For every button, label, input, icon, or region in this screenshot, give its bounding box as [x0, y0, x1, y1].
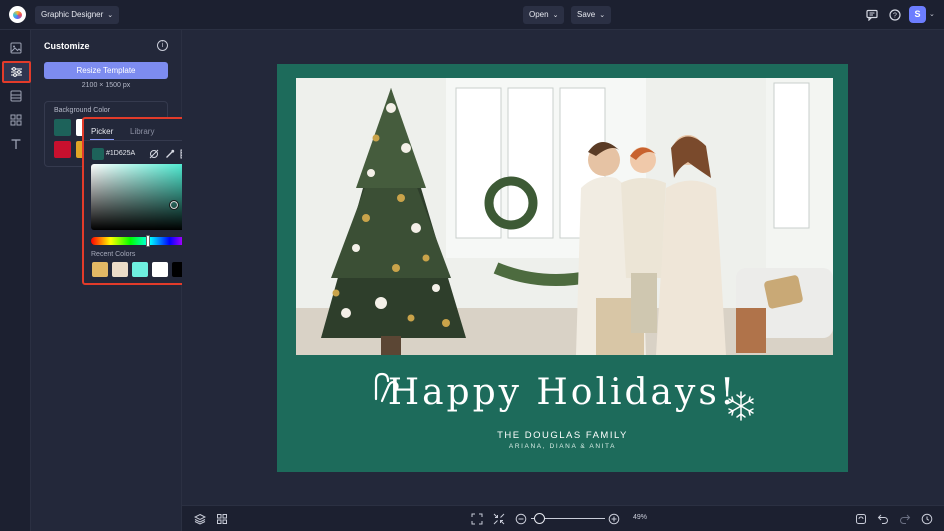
zoom-in-icon[interactable] — [607, 512, 620, 525]
recent-color-swatch[interactable] — [92, 262, 108, 277]
left-rail — [0, 30, 31, 531]
refresh-icon[interactable] — [854, 512, 867, 525]
current-color-swatch — [92, 148, 104, 160]
grid-icon[interactable] — [215, 512, 228, 525]
recent-color-swatch[interactable] — [112, 262, 128, 277]
help-icon[interactable]: ? — [887, 7, 903, 23]
text-icon[interactable] — [7, 135, 24, 152]
chevron-down-icon: ⌄ — [107, 12, 114, 19]
background-swatch[interactable] — [54, 141, 71, 158]
no-color-icon[interactable] — [148, 148, 160, 160]
hex-input[interactable]: #1D625A — [106, 148, 142, 160]
undo-icon[interactable] — [876, 512, 889, 525]
color-cursor[interactable] — [169, 200, 179, 210]
tab-picker[interactable]: Picker — [91, 127, 113, 136]
zoom-slider-thumb[interactable] — [534, 513, 545, 524]
snowflake-icon — [725, 390, 757, 422]
sliders-icon[interactable] — [2, 61, 31, 83]
app-logo[interactable] — [9, 6, 26, 23]
layout-icon[interactable] — [7, 87, 24, 104]
avatar[interactable]: S — [909, 6, 926, 23]
card-title[interactable]: Happy Holidays! — [277, 372, 848, 413]
svg-text:?: ? — [893, 13, 897, 20]
chevron-down-icon: ⌄ — [552, 12, 559, 19]
shrink-icon[interactable] — [492, 512, 505, 525]
holiday-photo[interactable] — [296, 78, 833, 355]
grid-icon[interactable] — [7, 111, 24, 128]
background-swatch[interactable] — [54, 119, 71, 136]
image-icon[interactable] — [7, 39, 24, 56]
layers-icon[interactable] — [193, 512, 206, 525]
tab-library[interactable]: Library — [130, 127, 154, 136]
template-dimensions: 2100 × 1500 px — [81, 82, 131, 89]
chevron-down-icon[interactable]: ⌄ — [929, 10, 935, 18]
redo-icon[interactable] — [898, 512, 911, 525]
recent-color-swatch[interactable] — [152, 262, 168, 277]
zoom-out-icon[interactable] — [514, 512, 527, 525]
save-button[interactable]: Save ⌄ — [571, 6, 612, 24]
chevron-down-icon: ⌄ — [599, 12, 606, 19]
panel-title: Customize — [44, 41, 90, 51]
resize-template-button[interactable]: Resize Template — [44, 62, 168, 79]
app-switcher-label: Graphic Designer — [41, 10, 104, 19]
app-switcher-button[interactable]: Graphic Designer ⌄ — [35, 6, 120, 24]
recent-color-swatch[interactable] — [132, 262, 148, 277]
zoom-level: 49% — [633, 514, 648, 521]
top-bar: Graphic Designer ⌄ Open ⌄ Save ⌄ ? S ⌄ — [0, 0, 944, 30]
info-icon[interactable]: i — [157, 40, 168, 51]
history-icon[interactable] — [920, 512, 933, 525]
hue-slider-thumb[interactable] — [146, 235, 150, 247]
open-button[interactable]: Open ⌄ — [523, 6, 565, 24]
open-label: Open — [529, 10, 549, 19]
save-label: Save — [577, 10, 596, 19]
eyedropper-icon[interactable] — [164, 148, 176, 160]
comment-icon[interactable] — [864, 7, 880, 23]
recent-colors-label: Recent Colors — [91, 251, 136, 258]
card-subtitle[interactable]: THE DOUGLAS FAMILY — [277, 430, 848, 441]
card-names[interactable]: ARIANA, DIANA & ANITA — [277, 443, 848, 450]
fit-screen-icon[interactable] — [470, 512, 483, 525]
background-color-label: Background Color — [54, 107, 111, 114]
